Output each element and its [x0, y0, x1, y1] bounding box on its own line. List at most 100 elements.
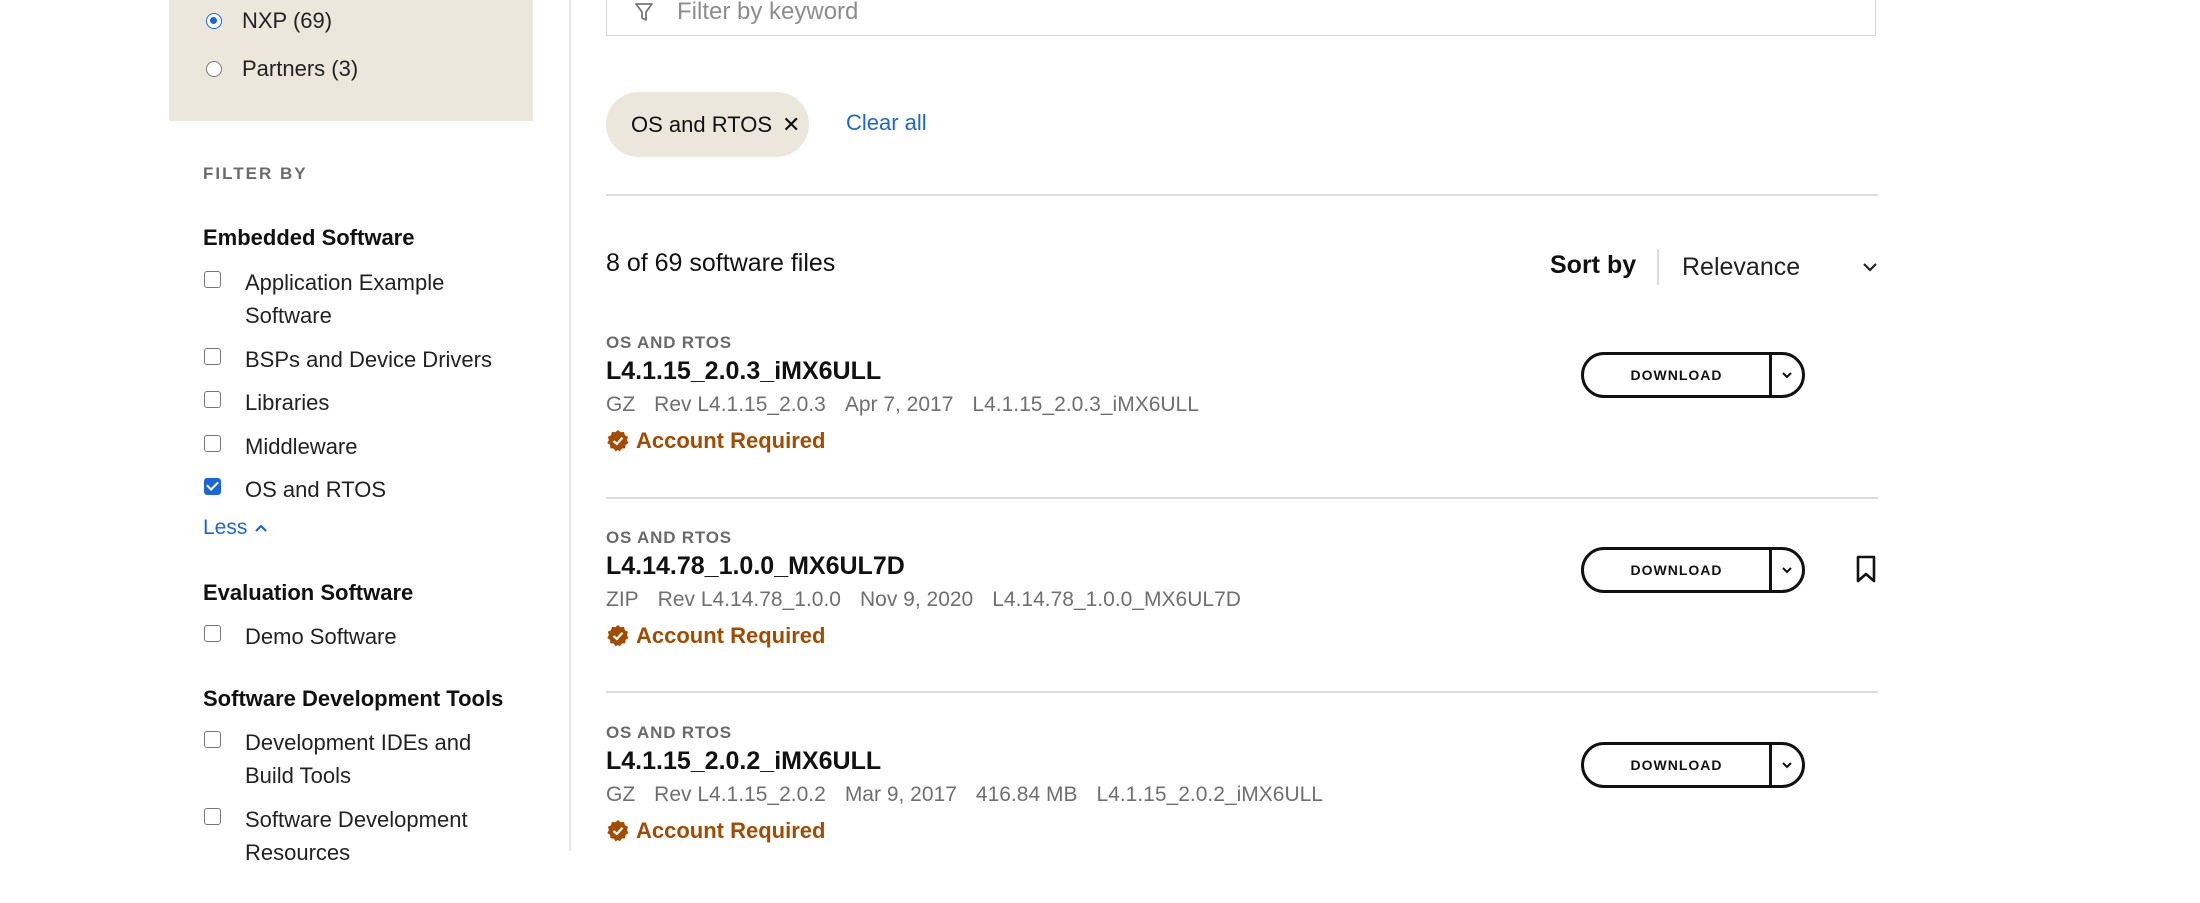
- sidebar-divider: [569, 0, 571, 851]
- item-rev: Rev L4.14.78_1.0.0: [657, 588, 841, 611]
- download-button[interactable]: DOWNLOAD: [1584, 355, 1769, 395]
- download-button-group: DOWNLOAD: [1581, 547, 1805, 593]
- checkbox[interactable]: [204, 435, 221, 452]
- software-development-tools-heading: Software Development Tools: [203, 686, 504, 711]
- item-rev: Rev L4.1.15_2.0.3: [654, 393, 826, 416]
- divider: [606, 691, 1878, 693]
- filter-bsps-device-drivers[interactable]: BSPs and Device Drivers: [204, 343, 534, 376]
- checkbox[interactable]: [204, 625, 221, 642]
- item-filename: L4.1.15_2.0.3_iMX6ULL: [972, 393, 1199, 416]
- active-filter-chip[interactable]: OS and RTOS ✕: [606, 92, 809, 157]
- results-count: 8 of 69 software files: [606, 249, 836, 277]
- chevron-down-icon: [1863, 263, 1877, 272]
- filter-demo-software[interactable]: Demo Software: [204, 620, 534, 653]
- embedded-software-heading: Embedded Software: [203, 225, 415, 250]
- source-option-partners[interactable]: Partners (3): [206, 51, 358, 87]
- close-icon[interactable]: ✕: [782, 112, 800, 138]
- account-required-badge: Account Required: [606, 818, 825, 844]
- filter-libraries[interactable]: Libraries: [204, 386, 534, 419]
- chevron-down-icon: [1782, 762, 1792, 769]
- filter-by-heading: FILTER BY: [203, 164, 308, 183]
- item-rev: Rev L4.1.15_2.0.2: [654, 783, 826, 806]
- partners-radio[interactable]: [206, 61, 222, 77]
- item-title-link[interactable]: L4.14.78_1.0.0_MX6UL7D: [606, 552, 905, 581]
- checkbox[interactable]: [204, 808, 221, 825]
- account-required-badge: Account Required: [606, 623, 825, 649]
- chip-label: OS and RTOS: [631, 111, 773, 137]
- item-meta: GZ Rev L4.1.15_2.0.2 Mar 9, 2017 416.84 …: [606, 783, 1323, 807]
- filter-label: Software Development Resources: [245, 807, 468, 865]
- item-format: ZIP: [606, 588, 639, 611]
- evaluation-software-heading: Evaluation Software: [203, 580, 414, 605]
- download-button[interactable]: DOWNLOAD: [1584, 550, 1769, 590]
- sort-by-label: Sort by: [1550, 251, 1637, 279]
- software-item: OS AND RTOS L4.14.78_1.0.0_MX6UL7D ZIP R…: [606, 528, 1878, 708]
- checkbox[interactable]: [204, 731, 221, 748]
- filter-os-and-rtos[interactable]: OS and RTOS: [204, 473, 534, 506]
- item-filename: L4.1.15_2.0.2_iMX6ULL: [1096, 783, 1323, 806]
- filter-funnel-icon: [635, 3, 653, 21]
- download-button-group: DOWNLOAD: [1581, 742, 1805, 788]
- keyword-filter-input[interactable]: [675, 0, 1479, 27]
- chevron-down-icon: [1782, 372, 1792, 379]
- item-title-link[interactable]: L4.1.15_2.0.3_iMX6ULL: [606, 357, 881, 386]
- software-item: OS AND RTOS L4.1.15_2.0.2_iMX6ULL GZ Rev…: [606, 723, 1878, 903]
- filter-label: Middleware: [245, 434, 358, 459]
- filter-label: Demo Software: [245, 624, 397, 649]
- software-item: OS AND RTOS L4.1.15_2.0.3_iMX6ULL GZ Rev…: [606, 333, 1878, 513]
- source-option-label: NXP (69): [242, 8, 333, 33]
- download-options-toggle[interactable]: [1769, 550, 1802, 590]
- item-type: OS AND RTOS: [606, 723, 732, 742]
- item-meta: GZ Rev L4.1.15_2.0.3 Apr 7, 2017 L4.1.15…: [606, 393, 1199, 417]
- divider: [606, 497, 1878, 499]
- less-toggle[interactable]: Less: [203, 516, 268, 540]
- sort-selected-value: Relevance: [1682, 252, 1801, 281]
- checkbox[interactable]: [204, 391, 221, 408]
- source-option-label: Partners (3): [242, 56, 359, 81]
- item-meta: ZIP Rev L4.14.78_1.0.0 Nov 9, 2020 L4.14…: [606, 588, 1241, 612]
- checkbox[interactable]: [204, 271, 221, 288]
- download-button[interactable]: DOWNLOAD: [1584, 745, 1769, 785]
- download-button-group: DOWNLOAD: [1581, 352, 1805, 398]
- filter-middleware[interactable]: Middleware: [204, 430, 534, 463]
- account-required-text: Account Required: [636, 623, 826, 648]
- filter-label: Application Example Software: [245, 270, 445, 328]
- clear-all-link[interactable]: Clear all: [846, 110, 927, 136]
- filter-development-ides[interactable]: Development IDEs and Build Tools: [204, 726, 534, 792]
- less-label: Less: [203, 516, 248, 539]
- item-date: Apr 7, 2017: [844, 393, 954, 416]
- filter-label: BSPs and Device Drivers: [245, 347, 492, 372]
- download-options-toggle[interactable]: [1769, 745, 1802, 785]
- verified-badge-icon: [607, 430, 629, 452]
- verified-badge-icon: [607, 625, 629, 647]
- account-required-text: Account Required: [636, 818, 826, 843]
- item-type: OS AND RTOS: [606, 528, 732, 547]
- item-filename: L4.14.78_1.0.0_MX6UL7D: [992, 588, 1241, 611]
- keyword-filter-field[interactable]: [606, 0, 1876, 36]
- filter-label: Libraries: [245, 390, 330, 415]
- chevron-down-icon: [1782, 567, 1792, 574]
- filter-label: OS and RTOS: [245, 477, 387, 502]
- filter-application-example-software[interactable]: Application Example Software: [204, 266, 534, 332]
- sort-select[interactable]: Relevance: [1682, 249, 1878, 285]
- item-date: Nov 9, 2020: [859, 588, 974, 611]
- checkbox-checked[interactable]: [204, 478, 221, 495]
- account-required-text: Account Required: [636, 428, 826, 453]
- item-type: OS AND RTOS: [606, 333, 732, 352]
- bookmark-icon[interactable]: [1856, 555, 1876, 583]
- item-title-link[interactable]: L4.1.15_2.0.2_iMX6ULL: [606, 747, 881, 776]
- item-date: Mar 9, 2017: [844, 783, 957, 806]
- nxp-radio[interactable]: [206, 13, 222, 29]
- checkbox[interactable]: [204, 348, 221, 365]
- sort-separator: [1657, 249, 1659, 285]
- item-size: 416.84 MB: [975, 783, 1078, 806]
- verified-badge-icon: [607, 820, 629, 842]
- source-option-nxp[interactable]: NXP (69): [206, 3, 332, 39]
- item-format: GZ: [606, 783, 636, 806]
- download-options-toggle[interactable]: [1769, 355, 1802, 395]
- account-required-badge: Account Required: [606, 428, 825, 454]
- chevron-up-icon: [255, 524, 268, 532]
- filter-software-development-resources[interactable]: Software Development Resources: [204, 803, 534, 869]
- item-format: GZ: [606, 393, 636, 416]
- filter-label: Development IDEs and Build Tools: [245, 730, 472, 788]
